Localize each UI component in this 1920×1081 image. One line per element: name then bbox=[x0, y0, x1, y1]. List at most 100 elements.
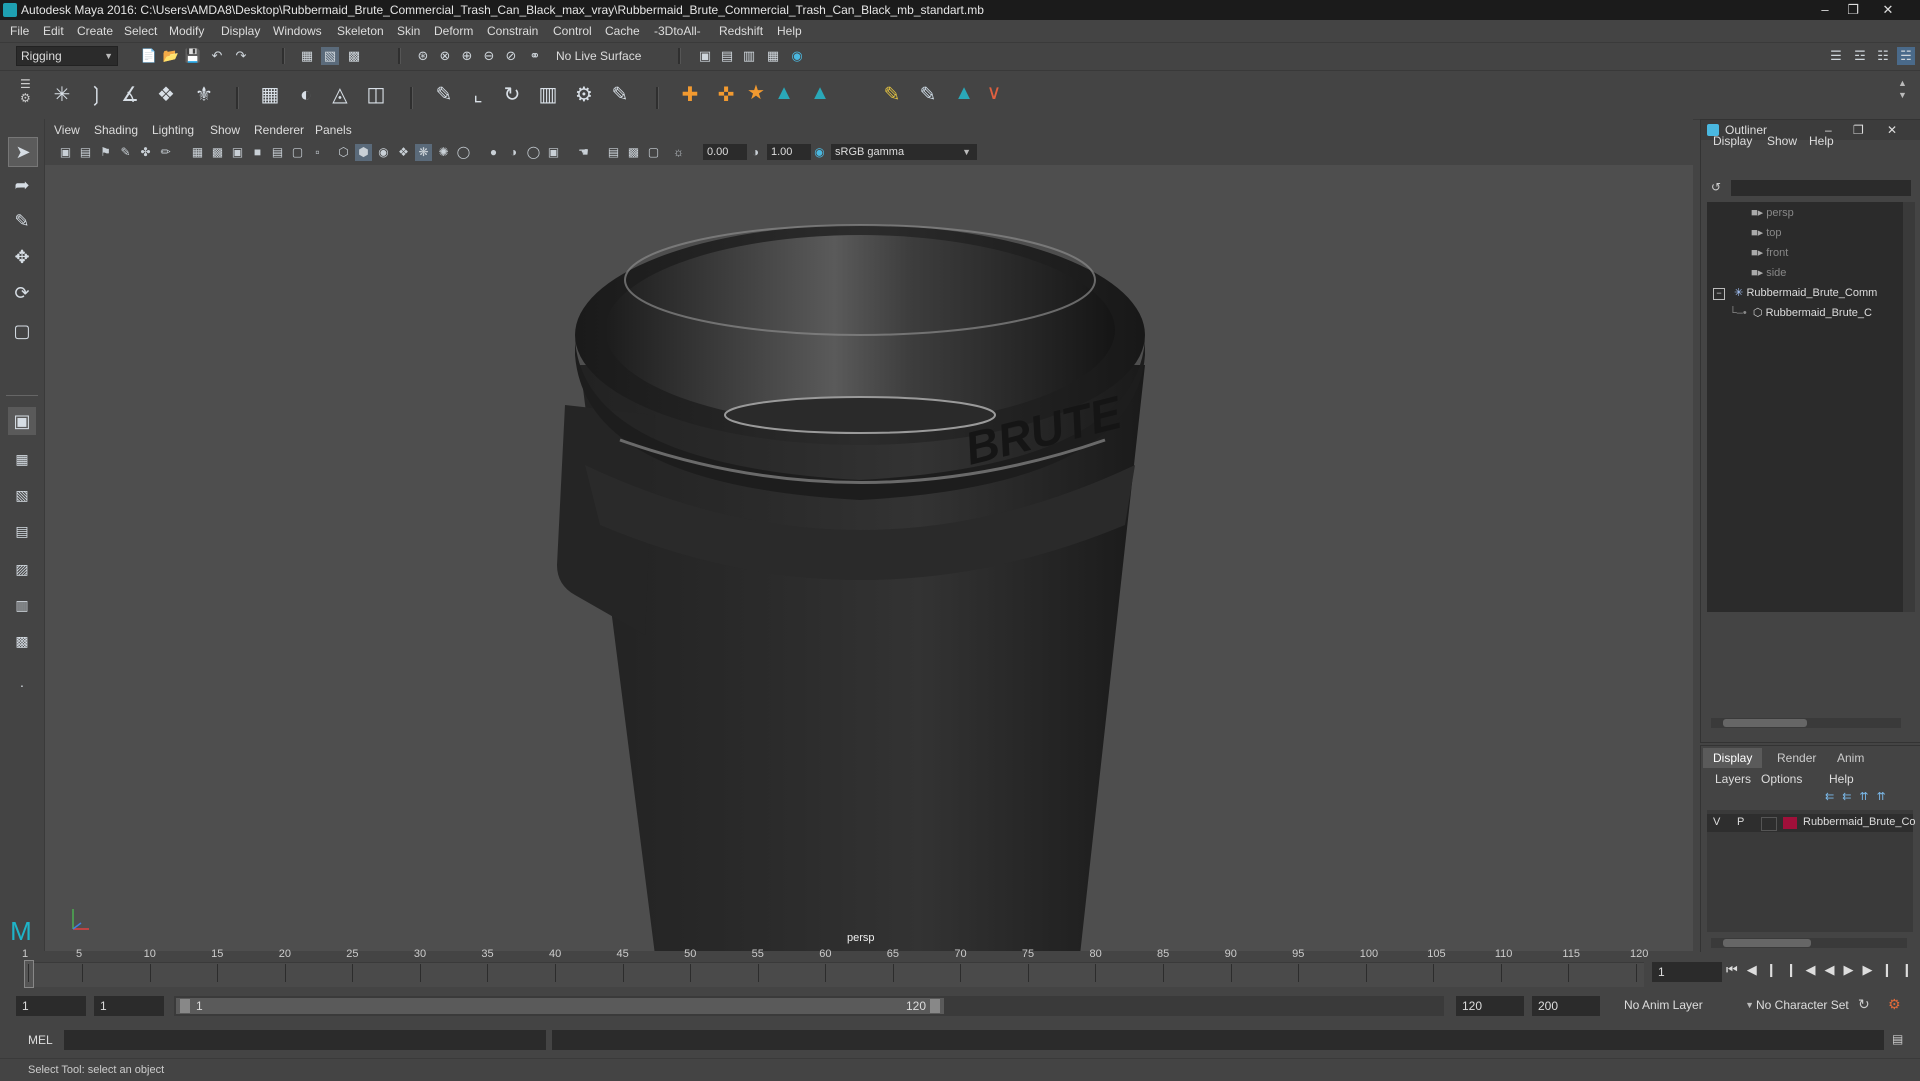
attribute-editor-icon[interactable]: ☲ bbox=[1851, 47, 1869, 65]
safe-action-icon[interactable]: ▢ bbox=[289, 144, 306, 161]
select-object-icon[interactable]: ▧ bbox=[321, 47, 339, 65]
collapse-icon[interactable]: − bbox=[1713, 288, 1725, 300]
shelf-scroll-icon[interactable]: ▲ ▼ bbox=[1898, 77, 1907, 101]
modeling-toolkit-icon[interactable]: ☰ bbox=[1827, 47, 1845, 65]
menu-windows[interactable]: Windows bbox=[273, 24, 322, 38]
shadows-icon[interactable]: ✺ bbox=[435, 144, 452, 161]
range-end-handle[interactable] bbox=[930, 999, 940, 1013]
wrap-icon[interactable]: ↻ bbox=[498, 81, 526, 109]
outliner-item-side[interactable]: ■▸ side bbox=[1751, 266, 1786, 279]
channel-box-icon[interactable]: ☵ bbox=[1897, 47, 1915, 65]
menu-deform[interactable]: Deform bbox=[434, 24, 473, 38]
ambient-occlusion-icon[interactable]: ▤ bbox=[605, 144, 622, 161]
aim-constraint-icon[interactable]: ▲ bbox=[806, 79, 834, 107]
command-language-label[interactable]: MEL bbox=[28, 1033, 53, 1047]
layer-actions-icon[interactable]: ⇇⇇⇈⇈ bbox=[1825, 790, 1894, 803]
auto-key-icon[interactable]: ↻ bbox=[1858, 996, 1878, 1016]
tab-display[interactable]: Display bbox=[1703, 748, 1763, 768]
select-component-icon[interactable]: ▩ bbox=[345, 47, 363, 65]
layer-name[interactable]: Rubbermaid_Brute_Co bbox=[1803, 816, 1916, 828]
single-perspective-layout-icon[interactable]: ▣ bbox=[8, 407, 36, 435]
gate-mask-icon[interactable]: ■ bbox=[249, 144, 266, 161]
pole-vector-icon[interactable]: ✎ bbox=[878, 81, 906, 109]
timeline-track[interactable] bbox=[24, 962, 1644, 987]
bind-skin-icon[interactable]: ▦ bbox=[256, 81, 284, 109]
exposure-field[interactable]: 0.00 bbox=[703, 144, 747, 160]
lighting-icon[interactable]: ◯ bbox=[455, 144, 472, 161]
minimize-button[interactable]: – bbox=[1812, 1, 1838, 18]
scrollbar-thumb[interactable] bbox=[1723, 939, 1811, 947]
snap-surface-icon[interactable]: ⊘ bbox=[502, 47, 520, 65]
start-time-field[interactable]: 1 bbox=[16, 996, 86, 1016]
layer-menu-options[interactable]: Options bbox=[1761, 772, 1802, 786]
step-back-icon[interactable]: ◀❙ bbox=[1747, 962, 1786, 977]
outliner-horizontal-scrollbar[interactable] bbox=[1711, 718, 1901, 728]
redo-icon[interactable]: ↷ bbox=[232, 47, 250, 65]
xray-joints-icon[interactable]: ◑ bbox=[505, 144, 522, 161]
anti-aliasing-icon[interactable]: ▢ bbox=[645, 144, 662, 161]
menuset-dropdown[interactable]: Rigging ▼ bbox=[16, 46, 118, 66]
menu-select[interactable]: Select bbox=[124, 24, 157, 38]
outliner-close-button[interactable]: ✕ bbox=[1887, 120, 1897, 140]
geometry-constraint-icon[interactable]: ▲ bbox=[950, 79, 978, 107]
viewport-menu-shading[interactable]: Shading bbox=[94, 123, 138, 137]
field-chart-icon[interactable]: ▤ bbox=[269, 144, 286, 161]
menu-cache[interactable]: Cache bbox=[605, 24, 640, 38]
preferences-icon[interactable]: ⚙ bbox=[1888, 996, 1908, 1016]
ipr-render-icon[interactable]: ▥ bbox=[740, 47, 758, 65]
smooth-shade-icon[interactable]: ⬢ bbox=[355, 144, 372, 161]
menu-help[interactable]: Help bbox=[777, 24, 802, 38]
outliner-menu-show[interactable]: Show bbox=[1767, 134, 1797, 148]
step-forward-icon[interactable]: ❙▶ bbox=[1901, 962, 1920, 977]
command-input[interactable] bbox=[64, 1030, 546, 1050]
save-scene-icon[interactable]: 💾 bbox=[184, 47, 202, 65]
menu-skin[interactable]: Skin bbox=[397, 24, 420, 38]
persp-graph-layout-icon[interactable]: ▤ bbox=[8, 517, 36, 545]
grid-icon[interactable]: ▦ bbox=[189, 144, 206, 161]
snap-curve-icon[interactable]: ⊗ bbox=[436, 47, 454, 65]
open-scene-icon[interactable]: 📂 bbox=[162, 47, 180, 65]
image-plane-icon[interactable]: ✎ bbox=[117, 144, 134, 161]
film-gate-icon[interactable]: ▩ bbox=[209, 144, 226, 161]
step-forward-key-icon[interactable]: ▶❙ bbox=[1862, 962, 1901, 977]
motion-blur-icon[interactable]: ▩ bbox=[625, 144, 642, 161]
xray-components-icon[interactable]: ◯ bbox=[525, 144, 542, 161]
backface-culling-icon[interactable]: ▣ bbox=[545, 144, 562, 161]
layer-row[interactable]: V P Rubbermaid_Brute_Co bbox=[1707, 814, 1916, 832]
menu-modify[interactable]: Modify bbox=[169, 24, 204, 38]
outliner-item-persp[interactable]: ■▸ persp bbox=[1751, 206, 1794, 219]
layer-menu-layers[interactable]: Layers bbox=[1715, 772, 1751, 786]
time-slider[interactable]: 1 5 10 15 20 25 30 35 40 45 50 55 60 65 70 75 80 85 90 95 10… bbox=[0, 948, 1920, 988]
3d-scene-view[interactable]: BRUTE persp bbox=[45, 165, 1693, 951]
live-surface-label[interactable]: No Live Surface bbox=[556, 49, 641, 63]
close-button[interactable]: ✕ bbox=[1868, 1, 1908, 18]
viewport-menu-lighting[interactable]: Lighting bbox=[152, 123, 194, 137]
menu-control[interactable]: Control bbox=[553, 24, 592, 38]
outliner-maximize-button[interactable]: ❐ bbox=[1853, 120, 1864, 140]
shelf-menu-icon[interactable]: ☰ ⚙ bbox=[20, 77, 31, 105]
four-view-layout-icon[interactable]: ▦ bbox=[8, 445, 36, 473]
toolbox-expand-icon[interactable]: · bbox=[8, 671, 36, 699]
layer-color-swatch[interactable] bbox=[1783, 817, 1797, 829]
grease-pencil-icon[interactable]: ✏ bbox=[157, 144, 174, 161]
persp-outliner-layout-icon[interactable]: ▧ bbox=[8, 481, 36, 509]
outliner-item-top[interactable]: ■▸ top bbox=[1751, 226, 1782, 239]
menu-constrain[interactable]: Constrain bbox=[487, 24, 538, 38]
outliner-item-group[interactable]: − ✳ Rubbermaid_Brute_Comm bbox=[1713, 286, 1877, 300]
snap-grid-icon[interactable]: ⊛ bbox=[414, 47, 432, 65]
rotate-tool-icon[interactable]: ⟳ bbox=[8, 279, 36, 307]
tab-render[interactable]: Render bbox=[1767, 748, 1826, 768]
wireframe-on-shaded-icon[interactable]: ◉ bbox=[375, 144, 392, 161]
2d-pan-zoom-icon[interactable]: ✤ bbox=[137, 144, 154, 161]
outliner-item-front[interactable]: ■▸ front bbox=[1751, 246, 1788, 259]
play-forwards-icon[interactable]: ▶ bbox=[1843, 962, 1862, 977]
viewport-menu-renderer[interactable]: Renderer bbox=[254, 123, 304, 137]
sculpt-deformer-icon[interactable]: ✎ bbox=[606, 81, 634, 109]
select-tool-icon[interactable]: ➤ bbox=[8, 137, 38, 167]
exposure-icon[interactable]: ☼ bbox=[670, 144, 687, 161]
outliner-menu-display[interactable]: Display bbox=[1713, 134, 1752, 148]
outliner-filter-icon[interactable]: ↺ bbox=[1711, 180, 1727, 196]
current-time-indicator[interactable] bbox=[24, 960, 34, 988]
color-space-dropdown[interactable]: sRGB gamma ▼ bbox=[831, 144, 977, 160]
playback-start-field[interactable]: 1 bbox=[94, 996, 164, 1016]
